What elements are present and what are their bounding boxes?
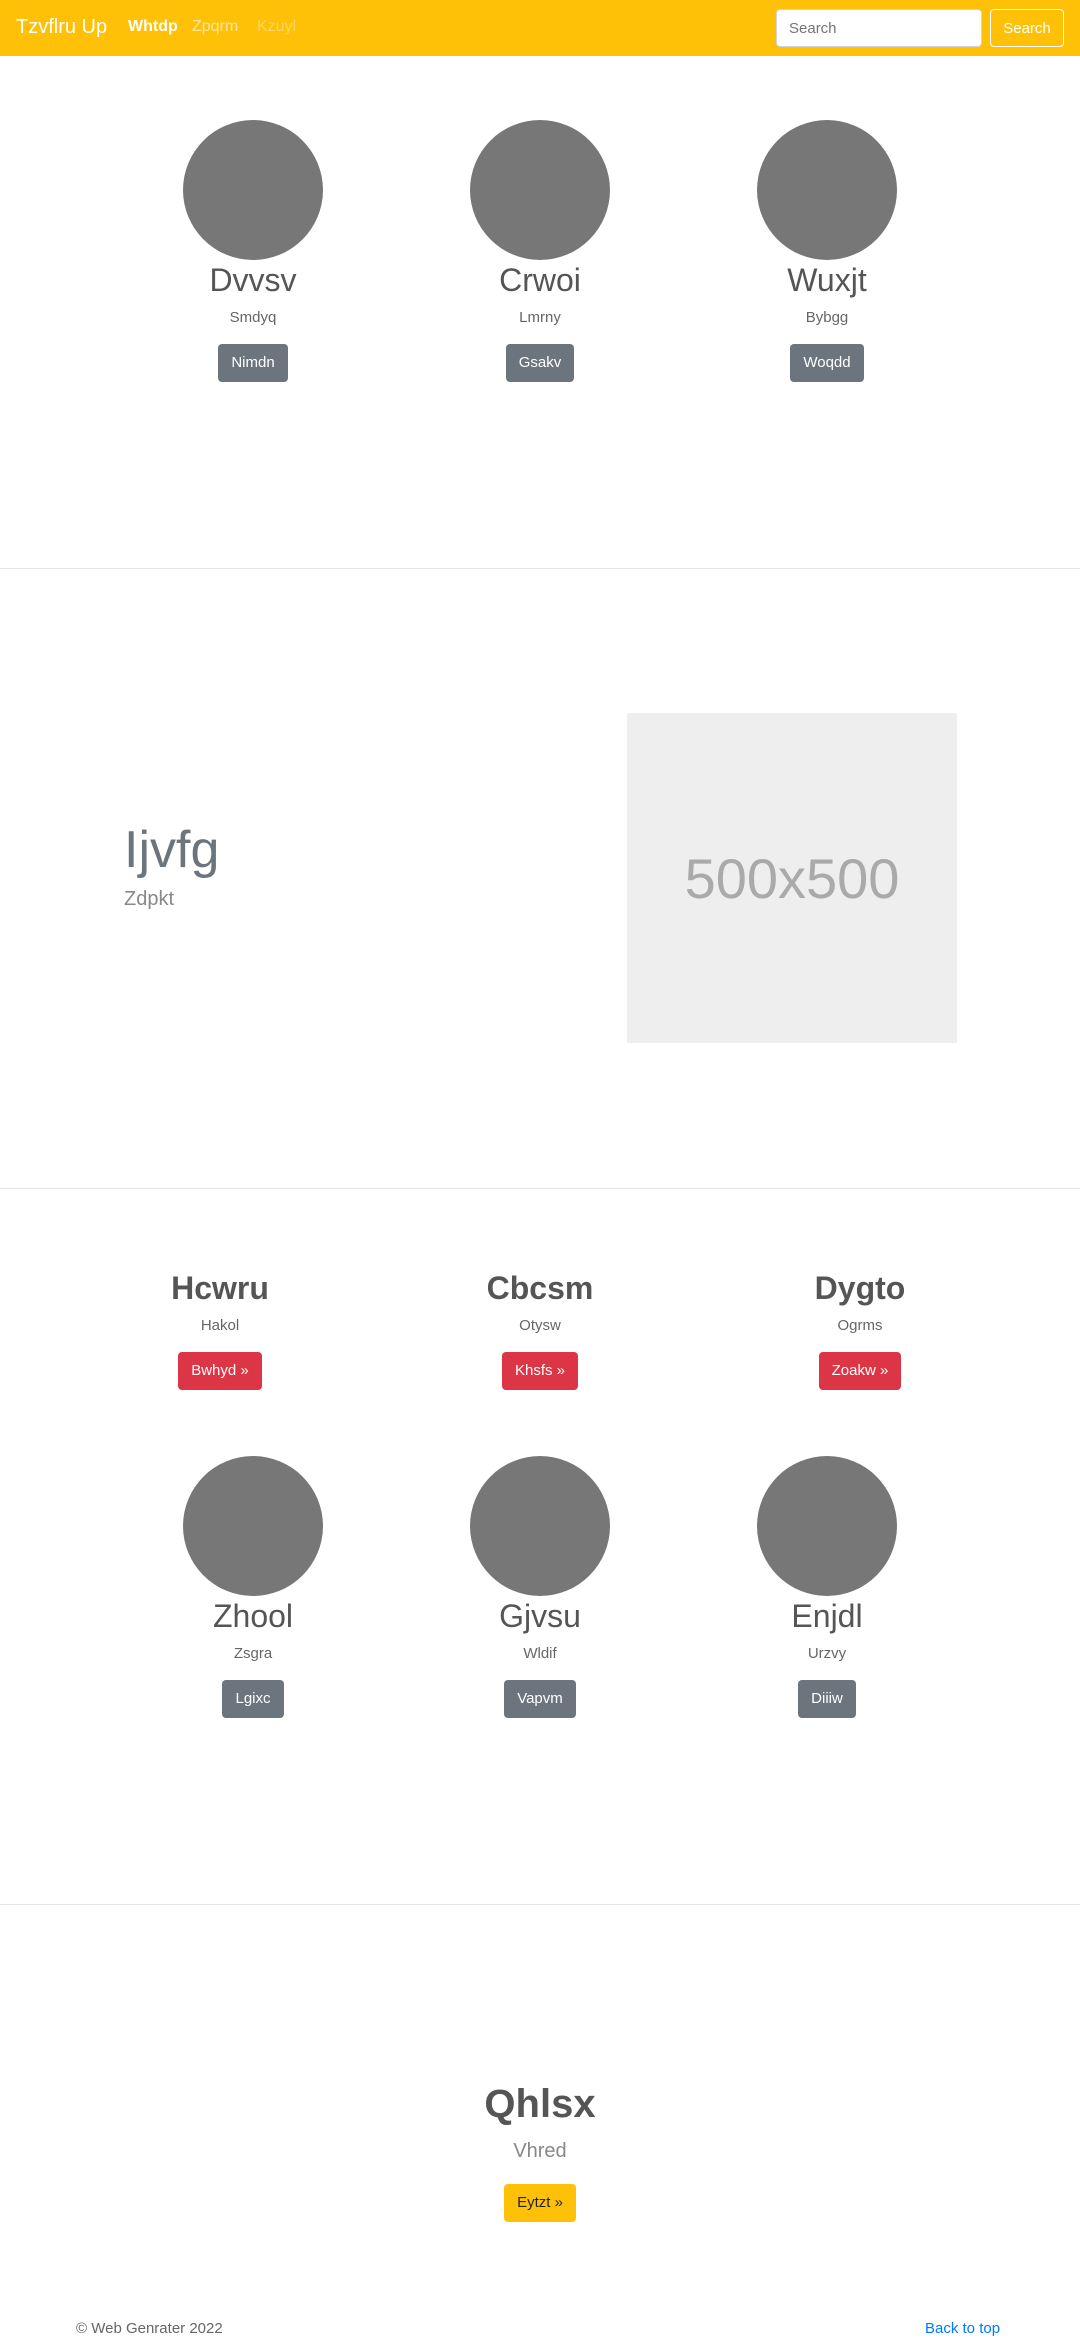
nav-link-2[interactable]: Zpqrm [192,18,238,36]
brand-link[interactable]: Tzvflru Up [16,16,107,39]
feature-subtitle: Zdpkt [124,888,175,910]
team-name: Gjvsu [499,1598,581,1634]
team-subtitle: Smdyq [229,309,277,326]
hero-button[interactable]: Eytzt » [504,2184,576,2222]
team-button[interactable]: Diiiw [798,1680,856,1718]
team-card: Wuxjt Bybgg Woqdd [677,120,977,382]
hero-button-wrap: Eytzt » [0,2184,1080,2222]
team-name: Dvvsv [209,262,297,298]
avatar [757,120,897,260]
team-card: Zhool Zsgra Lgixc [103,1456,403,1718]
section-divider [0,1188,1080,1189]
feature-image-placeholder: 500x500 [627,713,957,1043]
team-subtitle: Lmrny [519,309,561,326]
hero-title: Qhlsx [484,2082,596,2126]
highlight-button[interactable]: Zoakw » [818,1352,902,1390]
highlight-card: Hcwru Hakol Bwhyd » [70,1268,370,1390]
highlight-subtitle: Ogrms [837,1317,883,1334]
highlight-title: Dygto [814,1270,906,1306]
highlight-button[interactable]: Bwhyd » [178,1352,262,1390]
highlight-card: Cbcsm Otysw Khsfs » [390,1268,690,1390]
team-card: Dvvsv Smdyq Nimdn [103,120,403,382]
team-name: Wuxjt [787,262,867,298]
team-button[interactable]: Nimdn [218,344,288,382]
highlight-subtitle: Hakol [200,1317,240,1334]
team-button[interactable]: Gsakv [505,344,575,382]
team-name: Crwoi [499,262,581,298]
avatar [470,1456,610,1596]
highlight-title: Hcwru [171,1270,269,1306]
placeholder-label: 500x500 [684,846,900,910]
team-name: Enjdl [791,1598,863,1634]
search-button[interactable]: Search [990,9,1064,47]
highlight-card: Dygto Ogrms Zoakw » [710,1268,1010,1390]
team-button[interactable]: Woqdd [790,344,864,382]
nav-link-3[interactable]: Kzuyl [257,18,296,36]
footer-copyright: © Web Genrater 2022 [76,2320,223,2337]
team-subtitle: Wldif [523,1645,557,1662]
highlight-button[interactable]: Khsfs » [501,1352,579,1390]
avatar [183,1456,323,1596]
team-card: Gjvsu Wldif Vapvm [390,1456,690,1718]
team-subtitle: Zsgra [233,1645,273,1662]
team-button[interactable]: Lgixc [222,1680,284,1718]
hero-subtitle: Vhred [513,2140,567,2162]
highlight-title: Cbcsm [486,1270,594,1306]
team-button[interactable]: Vapvm [504,1680,576,1718]
nav-link-1[interactable]: Whtdp [128,18,178,36]
feature-title: Ijvfg [124,821,220,879]
team-card: Enjdl Urzvy Diiiw [677,1456,977,1718]
team-card: Crwoi Lmrny Gsakv [390,120,690,382]
team-subtitle: Urzvy [807,1645,847,1662]
section-divider [0,568,1080,569]
team-name: Zhool [212,1598,294,1634]
top-navbar: Tzvflru Up Whtdp Zpqrm Kzuyl Search [0,0,1080,56]
section-divider [0,1904,1080,1905]
highlight-subtitle: Otysw [519,1317,561,1334]
avatar [470,120,610,260]
avatar [757,1456,897,1596]
avatar [183,120,323,260]
back-to-top-link[interactable]: Back to top [925,2320,1000,2337]
team-subtitle: Bybgg [805,309,849,326]
search-input[interactable] [776,9,982,47]
